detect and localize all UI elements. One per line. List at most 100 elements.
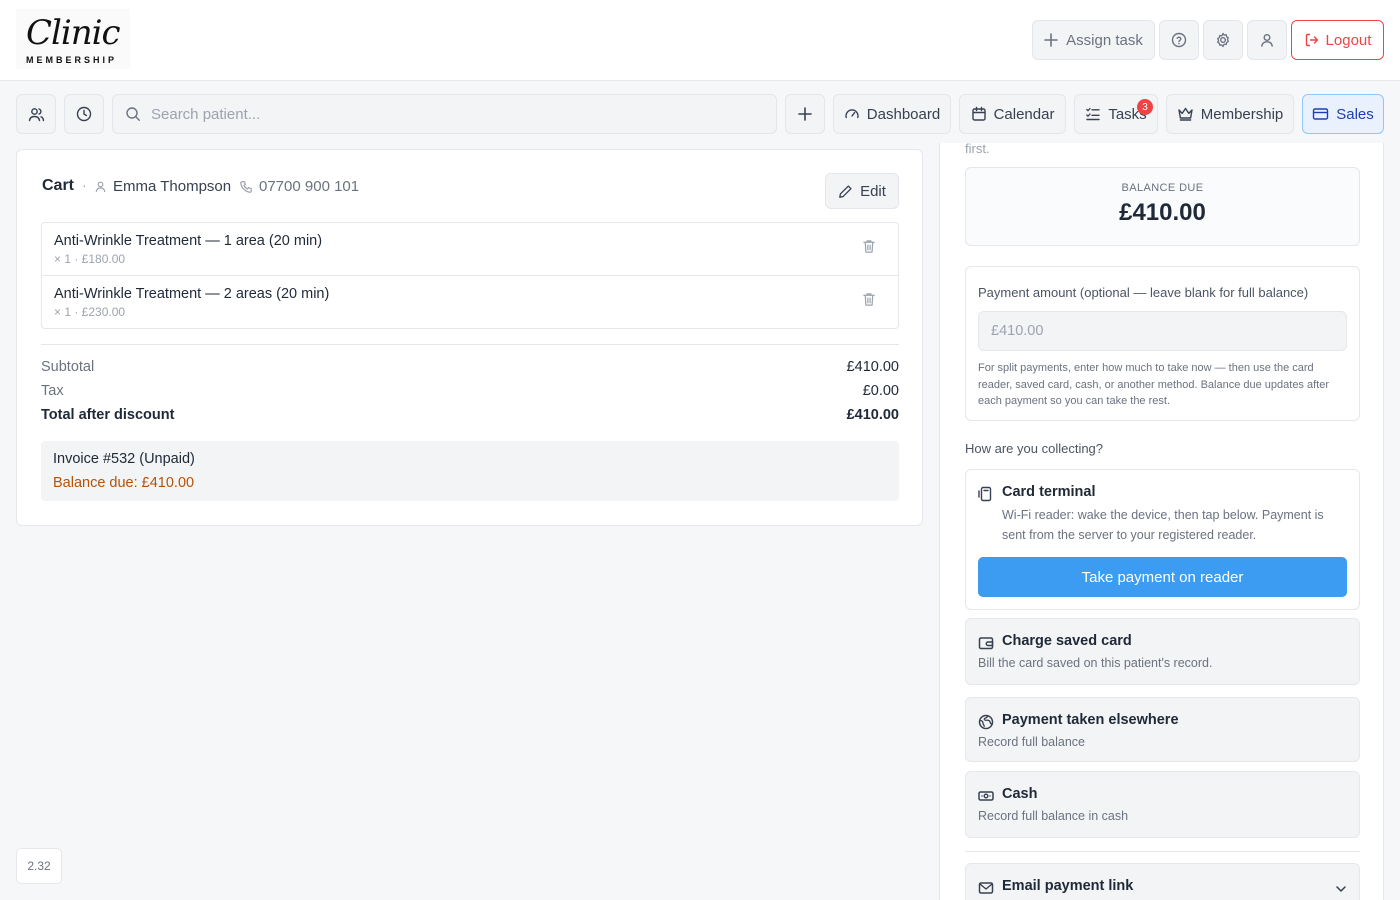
- payment-amount-input[interactable]: [978, 311, 1347, 351]
- top-header: Clinic MEMBERSHIP Assign task Logout: [0, 0, 1400, 81]
- charge-saved-card-description: Bill the card saved on this patient's re…: [978, 656, 1213, 670]
- banknote-icon: [978, 788, 994, 804]
- patients-button[interactable]: [16, 94, 56, 134]
- credit-card-icon: [1312, 106, 1329, 122]
- customer-phone: 07700 900 101: [259, 178, 360, 195]
- help-button[interactable]: [1159, 20, 1199, 60]
- crown-icon: [1177, 106, 1194, 122]
- assign-task-label: Assign task: [1066, 31, 1143, 49]
- cash-option[interactable]: Cash Record full balance in cash: [965, 771, 1360, 838]
- chevron-down-icon[interactable]: [1334, 882, 1348, 896]
- payment-elsewhere-option[interactable]: Payment taken elsewhere Record full bala…: [965, 697, 1360, 762]
- invoice-balance-due: Balance due: £410.00: [53, 475, 195, 491]
- section-divider: [965, 851, 1360, 852]
- cart-customer: Emma Thompson: [94, 178, 231, 195]
- totals-divider: [41, 344, 899, 345]
- subtotal-value: £410.00: [846, 359, 899, 375]
- patient-search[interactable]: [112, 94, 777, 134]
- cash-description: Record full balance in cash: [978, 809, 1129, 823]
- card-terminal-title: Card terminal: [1002, 484, 1096, 500]
- clinic-logo[interactable]: Clinic MEMBERSHIP: [16, 9, 130, 69]
- payment-amount-section: Payment amount (optional — leave blank f…: [965, 266, 1360, 421]
- assign-task-button[interactable]: Assign task: [1032, 20, 1155, 60]
- cart-item: Anti-Wrinkle Treatment — 2 areas (20 min…: [42, 276, 898, 329]
- logout-label: Logout: [1325, 31, 1372, 49]
- nav-sales-label: Sales: [1336, 105, 1374, 123]
- balance-due-amount: £410.00: [1119, 199, 1206, 226]
- edit-label: Edit: [860, 182, 886, 200]
- trash-icon[interactable]: [862, 292, 876, 307]
- checklist-icon: [1085, 106, 1101, 122]
- clock-icon: [76, 106, 92, 122]
- mail-icon: [978, 880, 994, 896]
- item-name: Anti-Wrinkle Treatment — 2 areas (20 min…: [54, 286, 330, 302]
- logout-button[interactable]: Logout: [1291, 20, 1384, 60]
- subtotal-row: Subtotal £410.00: [41, 359, 899, 375]
- logout-icon: [1304, 32, 1320, 48]
- nav-dashboard-label: Dashboard: [866, 105, 941, 123]
- payment-elsewhere-title: Payment taken elsewhere: [1002, 712, 1179, 728]
- cash-title: Cash: [1002, 786, 1038, 802]
- app-version: 2.32: [16, 848, 62, 884]
- search-input[interactable]: [151, 105, 751, 123]
- nav-sales[interactable]: Sales: [1302, 94, 1384, 134]
- charge-saved-card-option[interactable]: Charge saved card Bill the card saved on…: [965, 618, 1360, 685]
- balance-due-box: BALANCE DUE £410.00: [965, 167, 1360, 246]
- nav-calendar[interactable]: Calendar: [959, 94, 1066, 134]
- cart-card: Cart · Emma Thompson 07700 900 101 Edit …: [16, 149, 923, 526]
- tax-value: £0.00: [862, 383, 899, 399]
- tax-row: Tax £0.00: [41, 383, 899, 399]
- pencil-icon: [838, 184, 853, 199]
- nav-tasks[interactable]: Tasks 3: [1074, 94, 1158, 134]
- card-terminal-option[interactable]: Card terminal Wi-Fi reader: wake the dev…: [965, 469, 1360, 610]
- item-meta: × 1 · £230.00: [54, 305, 126, 319]
- payment-amount-label: Payment amount (optional — leave blank f…: [978, 285, 1309, 300]
- collection-method-label: How are you collecting?: [965, 441, 1104, 456]
- take-payment-on-reader-button[interactable]: Take payment on reader: [978, 557, 1347, 597]
- charge-saved-card-title: Charge saved card: [1002, 633, 1132, 649]
- globe-icon: [978, 714, 994, 730]
- calendar-icon: [971, 106, 987, 122]
- card-reader-icon: [978, 486, 994, 502]
- help-circle-icon: [1171, 32, 1187, 48]
- balance-due-label: BALANCE DUE: [1121, 182, 1204, 194]
- cart-items-list: Anti-Wrinkle Treatment — 1 area (20 min)…: [41, 222, 899, 329]
- plus-icon: [798, 107, 812, 121]
- email-payment-link-option[interactable]: Email payment link: [965, 863, 1360, 900]
- profile-button[interactable]: [1247, 20, 1287, 60]
- nav-membership[interactable]: Membership: [1166, 94, 1294, 134]
- plus-icon: [1044, 33, 1058, 47]
- invoice-summary: Invoice #532 (Unpaid) Balance due: £410.…: [41, 441, 899, 501]
- user-icon: [1259, 32, 1275, 48]
- email-payment-link-title: Email payment link: [1002, 878, 1134, 894]
- nav-dashboard[interactable]: Dashboard: [833, 94, 951, 134]
- payment-amount-help: For split payments, enter how much to ta…: [978, 362, 1330, 407]
- tasks-count-badge: 3: [1137, 99, 1153, 115]
- payment-panel: first. BALANCE DUE £410.00 Payment amoun…: [939, 143, 1384, 900]
- users-icon: [28, 106, 45, 123]
- truncated-text: first.: [965, 143, 990, 156]
- item-meta: × 1 · £180.00: [54, 252, 126, 266]
- gear-icon: [1215, 32, 1231, 48]
- settings-button[interactable]: [1203, 20, 1243, 60]
- wallet-icon: [978, 635, 994, 651]
- gauge-icon: [844, 106, 860, 122]
- card-terminal-description: Wi-Fi reader: wake the device, then tap …: [1002, 508, 1324, 542]
- person-icon: [94, 180, 107, 193]
- edit-cart-button[interactable]: Edit: [825, 173, 899, 209]
- trash-icon[interactable]: [862, 239, 876, 254]
- cart-item: Anti-Wrinkle Treatment — 1 area (20 min)…: [42, 223, 898, 276]
- cart-separator-dot: ·: [82, 177, 87, 193]
- logo-subtitle: MEMBERSHIP: [26, 55, 118, 65]
- cart-title: Cart: [42, 177, 75, 194]
- phone-icon: [239, 180, 253, 194]
- total-value: £410.00: [846, 407, 899, 423]
- nav-membership-label: Membership: [1200, 105, 1284, 123]
- add-button[interactable]: [785, 94, 825, 134]
- payment-elsewhere-description: Record full balance: [978, 735, 1086, 749]
- history-button[interactable]: [64, 94, 104, 134]
- invoice-status: Invoice #532 (Unpaid): [53, 451, 195, 467]
- nav-calendar-label: Calendar: [993, 105, 1055, 123]
- total-row: Total after discount £410.00: [41, 407, 899, 423]
- item-name: Anti-Wrinkle Treatment — 1 area (20 min): [54, 233, 323, 249]
